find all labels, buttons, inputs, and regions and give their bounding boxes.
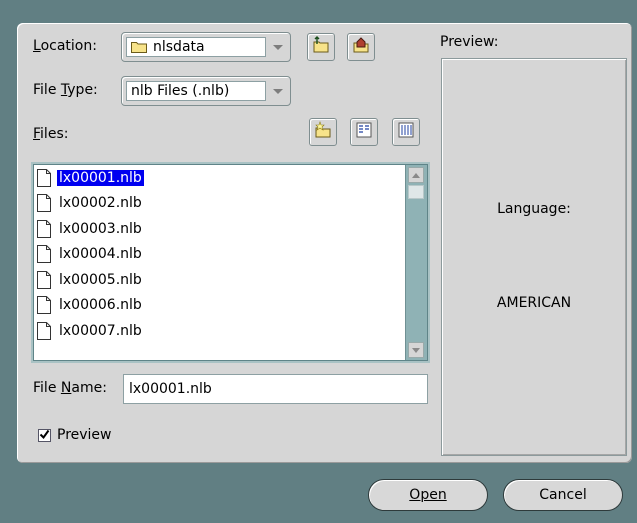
file-list-item[interactable]: lx00006.nlb	[34, 293, 405, 319]
list-view-button[interactable]	[350, 118, 378, 146]
files-label: Files:	[33, 126, 69, 142]
file-icon	[37, 194, 51, 213]
open-button-label: Open	[409, 487, 447, 503]
home-button[interactable]	[347, 33, 375, 61]
filename-label: File Name:	[33, 380, 107, 396]
location-label: Location:	[33, 38, 97, 54]
file-name: lx00003.nlb	[59, 220, 142, 237]
file-list-rows: lx00001.nlb lx00002.nlb lx00003.nlb lx00004…	[34, 165, 405, 360]
filetype-field: nlb Files (.nlb)	[126, 81, 266, 101]
chevron-up-icon	[412, 172, 420, 178]
file-list-item[interactable]: lx00004.nlb	[34, 242, 405, 268]
file-icon	[37, 270, 51, 289]
file-name: lx00006.nlb	[59, 297, 142, 314]
new-folder-button[interactable]	[309, 118, 337, 146]
list-view-icon	[356, 122, 372, 142]
location-field: nlsdata	[126, 37, 266, 57]
home-folder-icon	[352, 36, 370, 58]
details-view-icon	[398, 122, 414, 142]
file-icon	[37, 168, 51, 187]
chevron-down-icon	[273, 89, 283, 94]
details-view-button[interactable]	[392, 118, 420, 146]
file-list[interactable]: lx00001.nlb lx00002.nlb lx00003.nlb lx00004…	[33, 164, 428, 361]
scroll-up-button[interactable]	[408, 167, 424, 183]
scroll-down-button[interactable]	[408, 342, 424, 358]
location-value: nlsdata	[153, 39, 205, 55]
file-list-item[interactable]: lx00002.nlb	[34, 191, 405, 217]
checkmark-icon	[39, 428, 50, 444]
file-list-item[interactable]: lx00001.nlb	[34, 165, 405, 191]
location-combo[interactable]: nlsdata	[121, 32, 291, 62]
cancel-button[interactable]: Cancel	[503, 479, 623, 511]
filename-input[interactable]: lx00001.nlb	[123, 374, 428, 404]
up-folder-button[interactable]	[307, 33, 335, 61]
file-icon	[37, 321, 51, 340]
file-name: lx00005.nlb	[59, 271, 142, 288]
file-icon	[37, 296, 51, 315]
filetype-value: nlb Files (.nlb)	[131, 83, 230, 99]
preview-language-label: Language:	[497, 201, 571, 217]
file-list-item[interactable]: lx00007.nlb	[34, 318, 405, 344]
chevron-down-icon	[273, 45, 283, 50]
filename-value: lx00001.nlb	[129, 381, 212, 397]
file-list-item[interactable]: lx00003.nlb	[34, 216, 405, 242]
cancel-button-label: Cancel	[539, 487, 587, 503]
vertical-scrollbar[interactable]	[405, 165, 427, 360]
file-icon	[37, 245, 51, 264]
folder-up-icon	[312, 36, 330, 58]
preview-language-value: AMERICAN	[496, 295, 572, 311]
preview-checkbox[interactable]	[38, 429, 51, 442]
file-name: lx00001.nlb	[56, 168, 145, 187]
filetype-combo[interactable]: nlb Files (.nlb)	[121, 76, 291, 106]
file-name: lx00004.nlb	[59, 246, 142, 263]
file-list-item[interactable]: lx00005.nlb	[34, 267, 405, 293]
file-icon	[37, 219, 51, 238]
open-button[interactable]: Open	[368, 479, 488, 511]
file-name: lx00007.nlb	[59, 322, 142, 339]
preview-panel: Language: AMERICAN	[441, 58, 627, 456]
file-name: lx00002.nlb	[59, 195, 142, 212]
folder-icon	[131, 41, 147, 53]
preview-heading: Preview:	[440, 34, 499, 50]
chevron-down-icon	[412, 347, 420, 353]
scroll-thumb[interactable]	[408, 185, 424, 199]
filetype-label: File Type:	[33, 82, 98, 98]
new-folder-icon	[314, 121, 332, 143]
preview-checkbox-label: Preview	[57, 427, 112, 443]
